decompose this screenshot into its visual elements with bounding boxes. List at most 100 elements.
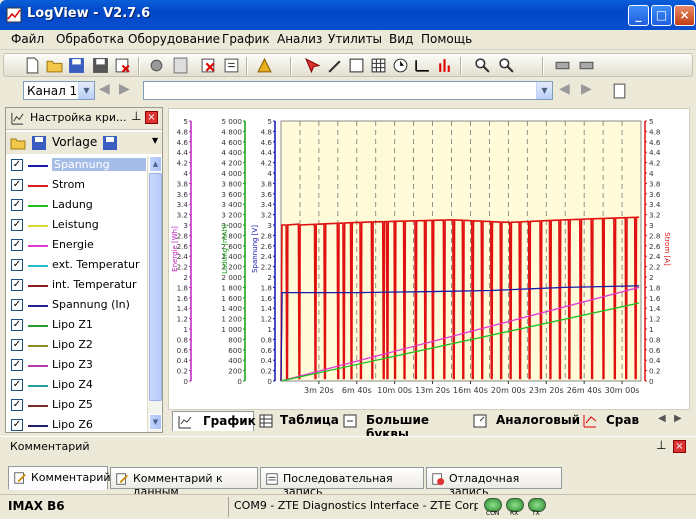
chevron-down-icon[interactable]: ▼ <box>536 82 552 99</box>
scroll-up-icon[interactable]: ▲ <box>149 156 162 172</box>
next-channel-icon[interactable]: ▶ <box>119 81 130 97</box>
chevron-down-icon[interactable]: ▼ <box>78 82 94 99</box>
disconnect-icon[interactable] <box>578 57 595 74</box>
open-folder-icon[interactable] <box>10 135 26 151</box>
channel-select[interactable]: Канал 1 ▼ <box>23 81 95 100</box>
maximize-button[interactable]: □ <box>651 5 672 26</box>
chart-area[interactable]: 0 0.2 0.4 0.6 0.8 1 1.2 1.4 1.6 1.8 2 2.2 2.4 2.6 2.8 3… <box>168 108 690 410</box>
clock-icon[interactable] <box>392 57 409 74</box>
curve-item[interactable]: ✓ int. Temperatur <box>6 276 148 296</box>
zoom-out-icon[interactable] <box>498 57 515 74</box>
chart-svg[interactable]: 00.20.40.60.811.21.41.61.822.22.42.62.83… <box>169 109 689 409</box>
minimize-button[interactable]: _ <box>628 5 649 26</box>
curve-checkbox[interactable]: ✓ <box>11 299 23 311</box>
curve-checkbox[interactable]: ✓ <box>11 159 23 171</box>
bar-chart-icon[interactable] <box>436 57 453 74</box>
menu-hardware[interactable]: Оборудование <box>128 32 220 46</box>
curve-item[interactable]: ✓ ext. Temperatur <box>6 256 148 276</box>
curve-item[interactable]: ✓ Lipo Z1 <box>6 316 148 336</box>
pin-icon[interactable]: ⊥ <box>656 438 666 452</box>
y-axis-label: Spannung [V] <box>251 225 259 273</box>
curve-item[interactable]: ✓ Spannung (In) <box>6 296 148 316</box>
curve-checkbox[interactable]: ✓ <box>11 339 23 351</box>
curve-item[interactable]: ✓ Lipo Z2 <box>6 336 148 356</box>
delete-file-icon[interactable] <box>114 57 131 74</box>
menu-chart[interactable]: График <box>222 32 270 46</box>
curve-checkbox[interactable]: ✓ <box>11 419 23 431</box>
tab-data-comment[interactable]: Комментарий к данным <box>110 467 258 498</box>
menu-help[interactable]: Помощь <box>421 32 472 46</box>
tab-comment[interactable]: Комментарий <box>8 466 111 490</box>
tab-big-letters[interactable]: Большие буквы <box>340 411 468 441</box>
save-preset-icon[interactable] <box>102 135 118 151</box>
tab-debug-log[interactable]: Отладочная запись <box>426 467 562 498</box>
new-file-icon[interactable] <box>24 57 41 74</box>
export-icon[interactable] <box>224 57 241 74</box>
menu-utilities[interactable]: Утилиты <box>328 32 382 46</box>
calculator-icon[interactable] <box>172 57 189 74</box>
curve-checkbox[interactable]: ✓ <box>11 219 23 231</box>
scroll-thumb[interactable] <box>149 173 162 401</box>
app-icon <box>6 7 22 23</box>
panel-close-icon[interactable]: × <box>145 111 158 124</box>
curve-checkbox[interactable]: ✓ <box>11 319 23 331</box>
remove-data-icon[interactable] <box>200 57 217 74</box>
curve-item[interactable]: ✓ Energie <box>6 236 148 256</box>
open-folder-icon[interactable] <box>46 57 63 74</box>
scale-icon[interactable] <box>414 57 431 74</box>
con-led-label: CON <box>486 510 500 517</box>
tab-analog[interactable]: Аналоговый <box>470 411 580 431</box>
menu-view[interactable]: Вид <box>389 32 413 46</box>
menu-analysis[interactable]: Анализ <box>277 32 322 46</box>
close-button[interactable]: × <box>674 5 695 26</box>
curve-item[interactable]: ✓ Lipo Z5 <box>6 396 148 416</box>
curve-checkbox[interactable]: ✓ <box>11 179 23 191</box>
tab-scroll-right-icon[interactable]: ▶ <box>674 413 682 424</box>
curve-checkbox[interactable]: ✓ <box>11 259 23 271</box>
curve-item[interactable]: ✓ Leistung <box>6 216 148 236</box>
curve-checkbox[interactable]: ✓ <box>11 239 23 251</box>
prev-channel-icon[interactable]: ◀ <box>99 81 110 97</box>
scroll-down-icon[interactable]: ▼ <box>149 414 162 430</box>
tab-chart[interactable]: График <box>172 411 256 431</box>
curve-item[interactable]: ✓ Strom <box>6 176 148 196</box>
menu-file[interactable]: Файл <box>11 32 44 46</box>
window-icon[interactable] <box>348 57 365 74</box>
tab-table[interactable]: Таблица <box>256 411 339 431</box>
marker-icon[interactable] <box>326 57 343 74</box>
menu-processing[interactable]: Обработка <box>56 32 124 46</box>
curve-item[interactable]: ✓ Ladung <box>6 196 148 216</box>
zoom-in-icon[interactable] <box>474 57 491 74</box>
device-icon[interactable] <box>256 57 273 74</box>
curve-item[interactable]: ✓ Lipo Z6 <box>6 416 148 436</box>
tab-compare[interactable]: Срав <box>580 411 640 431</box>
pointer-icon[interactable] <box>304 57 321 74</box>
curve-checkbox[interactable]: ✓ <box>11 359 23 371</box>
tab-scroll-left-icon[interactable]: ◀ <box>658 413 666 424</box>
curve-item[interactable]: ✓ Lipo Z3 <box>6 356 148 376</box>
clipboard-icon[interactable] <box>611 82 628 99</box>
save-all-icon[interactable] <box>92 57 109 74</box>
y-tick-label: 0.2 <box>649 367 660 376</box>
prev-file-icon[interactable]: ◀ <box>559 81 570 97</box>
curve-checkbox[interactable]: ✓ <box>11 199 23 211</box>
curve-checkbox[interactable]: ✓ <box>11 399 23 411</box>
comment-close-icon[interactable]: × <box>673 440 686 453</box>
tab-serial-log[interactable]: Последовательная запись <box>260 467 424 498</box>
save-icon[interactable] <box>68 57 85 74</box>
list-scrollbar[interactable]: ▲ ▼ <box>147 156 162 432</box>
table-icon[interactable] <box>370 57 387 74</box>
next-file-icon[interactable]: ▶ <box>581 81 592 97</box>
save-icon[interactable] <box>31 135 47 151</box>
file-select[interactable]: ▼ <box>143 81 553 100</box>
curve-label: ext. Temperatur <box>52 258 140 271</box>
curve-checkbox[interactable]: ✓ <box>11 279 23 291</box>
curve-item[interactable]: ✓ Spannung <box>6 156 148 176</box>
curve-checkbox[interactable]: ✓ <box>11 379 23 391</box>
preset-name[interactable]: Vorlage <box>52 135 97 149</box>
chevron-down-icon[interactable]: ▼ <box>152 136 158 145</box>
connect-icon[interactable] <box>554 57 571 74</box>
curve-item[interactable]: ✓ Lipo Z4 <box>6 376 148 396</box>
settings-icon[interactable] <box>148 57 165 74</box>
pin-icon[interactable]: ⊥ <box>131 109 141 123</box>
